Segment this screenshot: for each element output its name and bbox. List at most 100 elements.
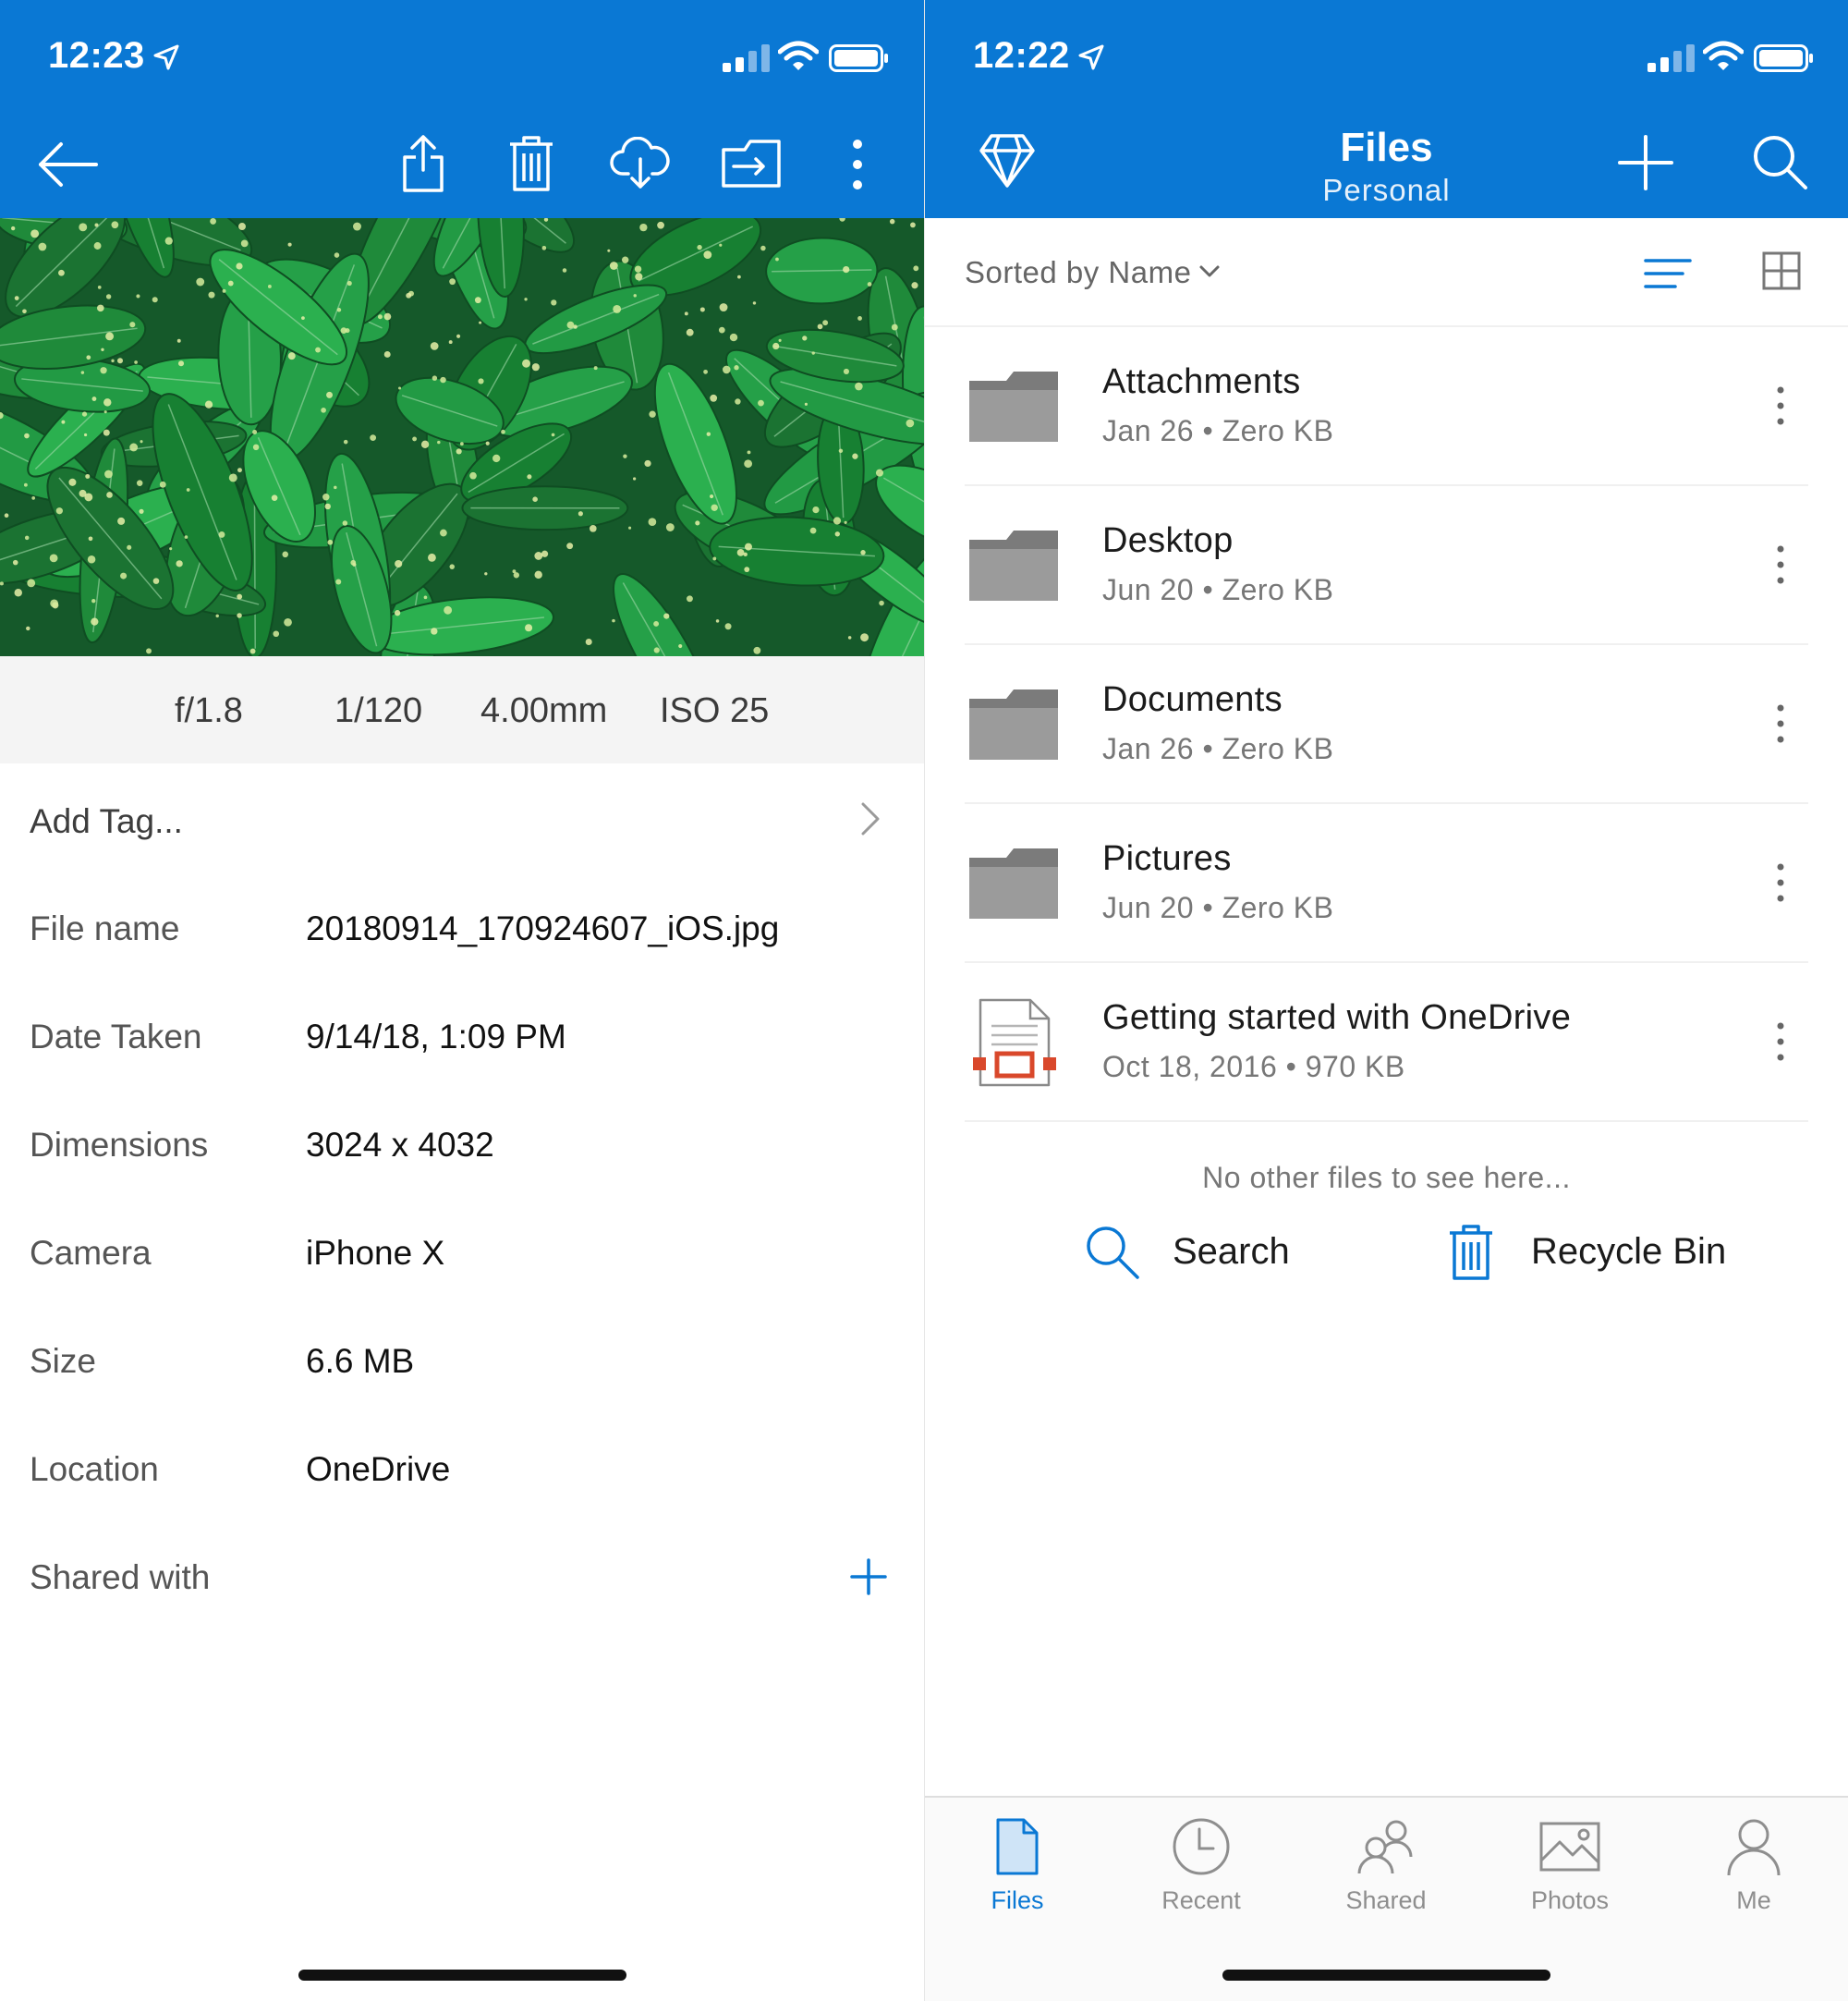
- file-row[interactable]: Attachments Jan 26 • Zero KB: [925, 327, 1848, 486]
- photo-preview[interactable]: [0, 218, 924, 656]
- location-arrow-icon: [1078, 44, 1104, 70]
- exif-info-bar: f/1.8 1/120 4.00mm ISO 25: [0, 656, 924, 763]
- folder-icon: [969, 845, 1058, 922]
- search-icon: [1087, 1226, 1139, 1279]
- file-icon: [996, 1818, 1039, 1875]
- empty-message: No other files to see here...: [1202, 1161, 1571, 1194]
- tab-photos-label: Photos: [1530, 1886, 1610, 1914]
- property-value: 3024 x 4032: [306, 1126, 494, 1164]
- exif-aperture: f/1.8: [175, 691, 243, 730]
- file-meta: Jun 20 • Zero KB: [1102, 573, 1334, 606]
- file-meta: Jan 26 • Zero KB: [1102, 732, 1334, 765]
- file-name: Getting started with OneDrive: [1102, 998, 1572, 1037]
- property-row: Date Taken 9/14/18, 1:09 PM: [0, 982, 924, 1091]
- tab-files[interactable]: Files: [953, 1816, 1082, 1936]
- tab-files-label: Files: [991, 1886, 1044, 1914]
- property-value: OneDrive: [306, 1450, 451, 1488]
- file-row[interactable]: Desktop Jun 20 • Zero KB: [925, 486, 1848, 645]
- home-indicator: [1222, 1970, 1550, 1981]
- add-tag-row[interactable]: Add Tag...: [0, 763, 924, 874]
- wifi-icon: [778, 41, 819, 70]
- file-name: Desktop: [1102, 521, 1234, 560]
- sort-dropdown[interactable]: Sorted by Name: [965, 255, 1191, 290]
- search-icon[interactable]: [1751, 133, 1808, 190]
- recycle-bin-label: Recycle Bin: [1531, 1231, 1727, 1272]
- property-label: Date Taken: [30, 1018, 202, 1055]
- tab-me[interactable]: Me: [1689, 1816, 1818, 1936]
- grid-view-icon[interactable]: [1762, 251, 1801, 290]
- sort-bar: Sorted by Name: [925, 218, 1848, 327]
- person-icon: [1727, 1819, 1781, 1876]
- search-link-label: Search: [1173, 1231, 1290, 1272]
- property-row: Location OneDrive: [0, 1415, 924, 1523]
- tab-shared-label: Shared: [1345, 1886, 1427, 1914]
- tab-photos[interactable]: Photos: [1505, 1816, 1635, 1936]
- file-row[interactable]: Pictures Jun 20 • Zero KB: [925, 804, 1848, 963]
- search-link[interactable]: Search: [1084, 1220, 1324, 1285]
- chevron-right-icon: [861, 802, 880, 836]
- exif-iso: ISO 25: [660, 691, 770, 730]
- status-time: 12:22: [973, 35, 1070, 76]
- more-options-icon[interactable]: [1775, 702, 1786, 745]
- folder-icon: [969, 527, 1058, 604]
- exif-shutter: 1/120: [334, 691, 423, 730]
- list-view-icon[interactable]: [1644, 257, 1692, 290]
- tab-recent-label: Recent: [1161, 1886, 1241, 1914]
- battery-icon: [829, 44, 888, 72]
- more-options-icon[interactable]: [1775, 384, 1786, 427]
- file-name: Pictures: [1102, 839, 1232, 878]
- download-icon[interactable]: [610, 137, 671, 190]
- share-icon[interactable]: [401, 133, 445, 194]
- file-meta: Oct 18, 2016 • 970 KB: [1102, 1050, 1405, 1083]
- property-row: Size 6.6 MB: [0, 1307, 924, 1415]
- folder-icon: [969, 686, 1058, 763]
- property-row: File name 20180914_170924607_iOS.jpg: [0, 874, 924, 982]
- tab-me-label: Me: [1736, 1886, 1771, 1914]
- clock-icon: [1173, 1818, 1230, 1875]
- file-row[interactable]: Documents Jan 26 • Zero KB: [925, 645, 1848, 804]
- property-value: iPhone X: [306, 1234, 445, 1272]
- row-separator: [965, 1120, 1808, 1122]
- move-icon[interactable]: [721, 139, 782, 189]
- add-share-icon[interactable]: [850, 1558, 887, 1595]
- file-name: Attachments: [1102, 362, 1301, 401]
- property-value: 9/14/18, 1:09 PM: [306, 1018, 566, 1055]
- property-row: Camera iPhone X: [0, 1199, 924, 1307]
- back-arrow-icon[interactable]: [35, 139, 100, 190]
- more-options-icon[interactable]: [1775, 543, 1786, 586]
- files-screen: 12:22 Files Personal Sorted by Name Atta…: [925, 0, 1848, 2001]
- photo-details-screen: 12:23 f/1.8 1/120 4.00mm ISO 25 Add Tag.…: [0, 0, 924, 2001]
- photo-toolbar: 12:23: [0, 0, 924, 218]
- file-meta: Jan 26 • Zero KB: [1102, 414, 1334, 447]
- tab-shared[interactable]: Shared: [1321, 1816, 1451, 1936]
- file-name: Documents: [1102, 680, 1283, 719]
- more-options-icon[interactable]: [1775, 1020, 1786, 1063]
- page-title: Files: [1340, 125, 1433, 170]
- exif-focal-length: 4.00mm: [480, 691, 608, 730]
- home-indicator: [298, 1970, 626, 1981]
- status-time: 12:23: [48, 35, 145, 76]
- file-row[interactable]: Getting started with OneDrive Oct 18, 201…: [925, 963, 1848, 1122]
- delete-icon[interactable]: [508, 135, 554, 192]
- chevron-down-icon[interactable]: [1198, 264, 1221, 279]
- folder-icon: [969, 368, 1058, 445]
- property-row: Dimensions 3024 x 4032: [0, 1091, 924, 1199]
- property-label: Size: [30, 1342, 96, 1380]
- more-options-icon[interactable]: [1775, 861, 1786, 904]
- cellular-signal-icon: [1647, 44, 1695, 72]
- shared-with-label: Shared with: [30, 1558, 211, 1596]
- tab-recent[interactable]: Recent: [1137, 1816, 1266, 1936]
- location-arrow-icon: [153, 44, 179, 70]
- more-icon[interactable]: [850, 137, 865, 192]
- property-label: Dimensions: [30, 1126, 209, 1164]
- wifi-icon: [1703, 41, 1744, 70]
- property-label: Location: [30, 1450, 159, 1488]
- recycle-bin-link[interactable]: Recycle Bin: [1448, 1220, 1744, 1285]
- add-icon[interactable]: [1618, 135, 1673, 190]
- property-value: 20180914_170924607_iOS.jpg: [306, 909, 780, 947]
- pdf-document-icon: [969, 998, 1058, 1087]
- files-header: 12:22 Files Personal: [925, 0, 1848, 218]
- property-label: Camera: [30, 1234, 152, 1272]
- people-icon: [1357, 1820, 1413, 1874]
- property-label: File name: [30, 909, 180, 947]
